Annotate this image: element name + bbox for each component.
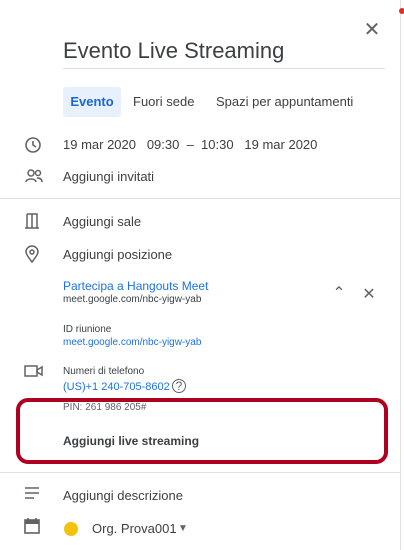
event-datetime[interactable]: 19 mar 2020 09:30 – 10:30 19 mar 2020: [63, 137, 317, 152]
add-rooms-link[interactable]: Aggiungi sale: [63, 214, 141, 229]
chevron-up-icon[interactable]: ⌃: [330, 285, 348, 303]
video-camera-icon: [24, 364, 44, 384]
meeting-id-url[interactable]: meet.google.com/nbc-yigw-yab: [63, 337, 201, 348]
section-divider: [0, 472, 400, 473]
phone-number-link[interactable]: (US)+1 240-705-8602: [63, 381, 170, 393]
highlight-annotation: [16, 398, 388, 464]
dropdown-caret-icon[interactable]: ▼: [178, 523, 188, 534]
phone-numbers-label: Numeri di telefono: [63, 366, 145, 377]
description-lines-icon: [24, 486, 44, 506]
event-title[interactable]: Evento Live Streaming: [63, 38, 385, 64]
section-divider: [0, 198, 400, 199]
meeting-id-label: ID riunione: [63, 324, 112, 335]
door-icon: [24, 212, 44, 232]
tab-evento[interactable]: Evento: [63, 87, 121, 117]
people-icon: [24, 168, 44, 188]
tab-fuori-sede[interactable]: Fuori sede: [133, 87, 194, 117]
join-meet-link[interactable]: Partecipa a Hangouts Meet: [63, 279, 208, 293]
add-description-link[interactable]: Aggiungi descrizione: [63, 488, 183, 503]
calendar-color-dot: [64, 522, 78, 536]
add-location-link[interactable]: Aggiungi posizione: [63, 247, 172, 262]
calendar-icon: [24, 518, 44, 538]
window-edge: [400, 0, 404, 550]
clock-icon: [24, 136, 44, 156]
calendar-selector[interactable]: Org. Prova001: [92, 521, 177, 536]
help-icon[interactable]: ?: [172, 379, 186, 393]
notification-dot: [399, 8, 404, 14]
location-pin-icon: [24, 245, 44, 265]
tab-spazi-appuntamenti[interactable]: Spazi per appuntamenti: [216, 87, 353, 117]
title-underline: [63, 68, 385, 69]
remove-meet-icon[interactable]: ✕: [360, 286, 378, 304]
add-guests-link[interactable]: Aggiungi invitati: [63, 169, 154, 184]
join-meet-url: meet.google.com/nbc-yigw-yab: [63, 294, 202, 305]
